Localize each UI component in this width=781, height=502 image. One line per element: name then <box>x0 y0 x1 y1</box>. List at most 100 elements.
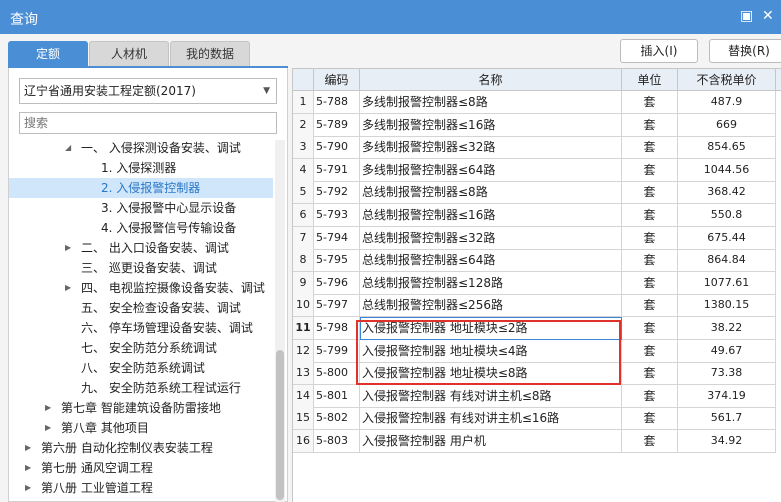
header-unit[interactable]: 单位 <box>622 69 678 91</box>
row-number[interactable]: 8 <box>293 249 314 273</box>
cell-unit[interactable]: 套 <box>622 249 678 273</box>
tree-node[interactable]: 五、 安全检查设备安装、调试 <box>9 298 273 318</box>
tab-quota[interactable]: 定额 <box>8 41 88 67</box>
tree-node[interactable]: ▶ 二、 出入口设备安装、调试 <box>9 238 273 258</box>
cell-price[interactable]: 854.65 <box>678 136 776 160</box>
cell-code[interactable]: 5-794 <box>314 226 360 250</box>
cell-code[interactable]: 5-788 <box>314 91 360 114</box>
row-number[interactable]: 9 <box>293 271 314 295</box>
cell-code[interactable]: 5-797 <box>314 294 360 318</box>
header-code[interactable]: 编码 <box>314 69 360 91</box>
tree-node[interactable]: 4. 入侵报警信号传输设备 <box>9 218 273 238</box>
cell-code[interactable]: 5-799 <box>314 339 360 363</box>
row-number[interactable]: 3 <box>293 136 314 160</box>
cell-code[interactable]: 5-801 <box>314 384 360 408</box>
cell-price[interactable]: 1380.15 <box>678 294 776 318</box>
tree-node[interactable]: ▶ 第七册 通风空调工程 <box>9 458 273 478</box>
row-number[interactable]: 16 <box>293 430 314 453</box>
cell-name[interactable]: 入侵报警控制器 地址模块≤4路 <box>360 339 622 363</box>
triangle-right-icon[interactable]: ▶ <box>65 238 71 258</box>
tree-node[interactable]: 八、 安全防范系统调试 <box>9 358 273 378</box>
header-name[interactable]: 名称 <box>360 69 622 91</box>
cell-name[interactable]: 入侵报警控制器 用户机 <box>360 430 622 453</box>
tree-node[interactable]: 六、 停车场管理设备安装、调试 <box>9 318 273 338</box>
cell-unit[interactable]: 套 <box>622 430 678 453</box>
replace-button[interactable]: 替换(R) <box>709 39 781 63</box>
row-number[interactable]: 12 <box>293 339 314 363</box>
tree-node-selected[interactable]: 2. 入侵报警控制器 <box>9 178 273 198</box>
cell-name[interactable]: 多线制报警控制器≤32路 <box>360 136 622 160</box>
cell-name[interactable]: 入侵报警控制器 有线对讲主机≤8路 <box>360 384 622 408</box>
cell-name[interactable]: 多线制报警控制器≤16路 <box>360 113 622 137</box>
cell-code[interactable]: 5-796 <box>314 271 360 295</box>
cell-name[interactable]: 入侵报警控制器 有线对讲主机≤16路 <box>360 407 622 431</box>
row-number[interactable]: 10 <box>293 294 314 318</box>
cell-code[interactable]: 5-803 <box>314 430 360 453</box>
row-number[interactable]: 15 <box>293 407 314 431</box>
cell-name[interactable]: 总线制报警控制器≤8路 <box>360 181 622 205</box>
cell-unit[interactable]: 套 <box>622 226 678 250</box>
row-number[interactable]: 2 <box>293 113 314 137</box>
cell-name[interactable]: 多线制报警控制器≤64路 <box>360 158 622 182</box>
cell-unit[interactable]: 套 <box>622 181 678 205</box>
row-number[interactable]: 1 <box>293 91 314 114</box>
cell-price[interactable]: 487.9 <box>678 91 776 114</box>
cell-price[interactable]: 374.19 <box>678 384 776 408</box>
triangle-right-icon[interactable]: ▶ <box>45 418 51 438</box>
cell-price[interactable]: 550.8 <box>678 204 776 227</box>
row-number[interactable]: 13 <box>293 362 314 386</box>
tree-node[interactable]: ▶ 第八章 其他项目 <box>9 418 273 438</box>
cell-name[interactable]: 总线制报警控制器≤64路 <box>360 249 622 273</box>
header-price[interactable]: 不含税单价 <box>678 69 776 91</box>
triangle-down-icon[interactable]: ◢ <box>65 138 71 158</box>
cell-price[interactable]: 669 <box>678 113 776 137</box>
triangle-right-icon[interactable]: ▶ <box>45 398 51 418</box>
tree-node[interactable]: 1. 入侵探测器 <box>9 158 273 178</box>
tree-node[interactable]: 三、 巡更设备安装、调试 <box>9 258 273 278</box>
cell-code[interactable]: 5-792 <box>314 181 360 205</box>
tree-scrollbar[interactable] <box>275 140 285 502</box>
cell-price[interactable]: 1077.61 <box>678 271 776 295</box>
cell-price[interactable]: 675.44 <box>678 226 776 250</box>
triangle-right-icon[interactable]: ▶ <box>25 458 31 478</box>
cell-name[interactable]: 总线制报警控制器≤32路 <box>360 226 622 250</box>
row-number[interactable]: 11 <box>293 317 314 340</box>
triangle-right-icon[interactable]: ▶ <box>25 438 31 458</box>
cell-name[interactable]: 总线制报警控制器≤16路 <box>360 204 622 227</box>
cell-unit[interactable]: 套 <box>622 271 678 295</box>
cell-unit[interactable]: 套 <box>622 407 678 431</box>
tree-node[interactable]: 3. 入侵报警中心显示设备 <box>9 198 273 218</box>
cell-unit[interactable]: 套 <box>622 384 678 408</box>
cell-code[interactable]: 5-791 <box>314 158 360 182</box>
row-number[interactable]: 5 <box>293 181 314 205</box>
cell-unit[interactable]: 套 <box>622 339 678 363</box>
tree-node[interactable]: ▶ 第六册 自动化控制仪表安装工程 <box>9 438 273 458</box>
scrollbar-thumb[interactable] <box>276 350 284 500</box>
tab-my-data[interactable]: 我的数据 <box>170 41 250 67</box>
cell-code[interactable]: 5-789 <box>314 113 360 137</box>
cell-price[interactable]: 49.67 <box>678 339 776 363</box>
search-input[interactable] <box>19 112 277 134</box>
cell-name[interactable]: 入侵报警控制器 地址模块≤2路 <box>360 317 622 340</box>
insert-button[interactable]: 插入(I) <box>620 39 698 63</box>
row-number[interactable]: 6 <box>293 204 314 227</box>
cell-price[interactable]: 1044.56 <box>678 158 776 182</box>
cell-unit[interactable]: 套 <box>622 204 678 227</box>
cell-code[interactable]: 5-793 <box>314 204 360 227</box>
cell-unit[interactable]: 套 <box>622 362 678 386</box>
row-number[interactable]: 7 <box>293 226 314 250</box>
cell-code[interactable]: 5-795 <box>314 249 360 273</box>
tree-node[interactable]: ▶ 第七章 智能建筑设备防雷接地 <box>9 398 273 418</box>
cell-code[interactable]: 5-800 <box>314 362 360 386</box>
cell-price[interactable]: 561.7 <box>678 407 776 431</box>
cell-price[interactable]: 38.22 <box>678 317 776 340</box>
tree-node[interactable]: ▶ 第八册 工业管道工程 <box>9 478 273 498</box>
triangle-right-icon[interactable]: ▶ <box>25 478 31 498</box>
library-select[interactable]: 辽宁省通用安装工程定额(2017) ▼ <box>19 78 277 104</box>
cell-price[interactable]: 368.42 <box>678 181 776 205</box>
cell-code[interactable]: 5-798 <box>314 317 360 340</box>
close-icon[interactable]: ✕ <box>762 8 774 24</box>
cell-code[interactable]: 5-802 <box>314 407 360 431</box>
triangle-right-icon[interactable]: ▶ <box>65 278 71 298</box>
cell-name[interactable]: 多线制报警控制器≤8路 <box>360 91 622 114</box>
